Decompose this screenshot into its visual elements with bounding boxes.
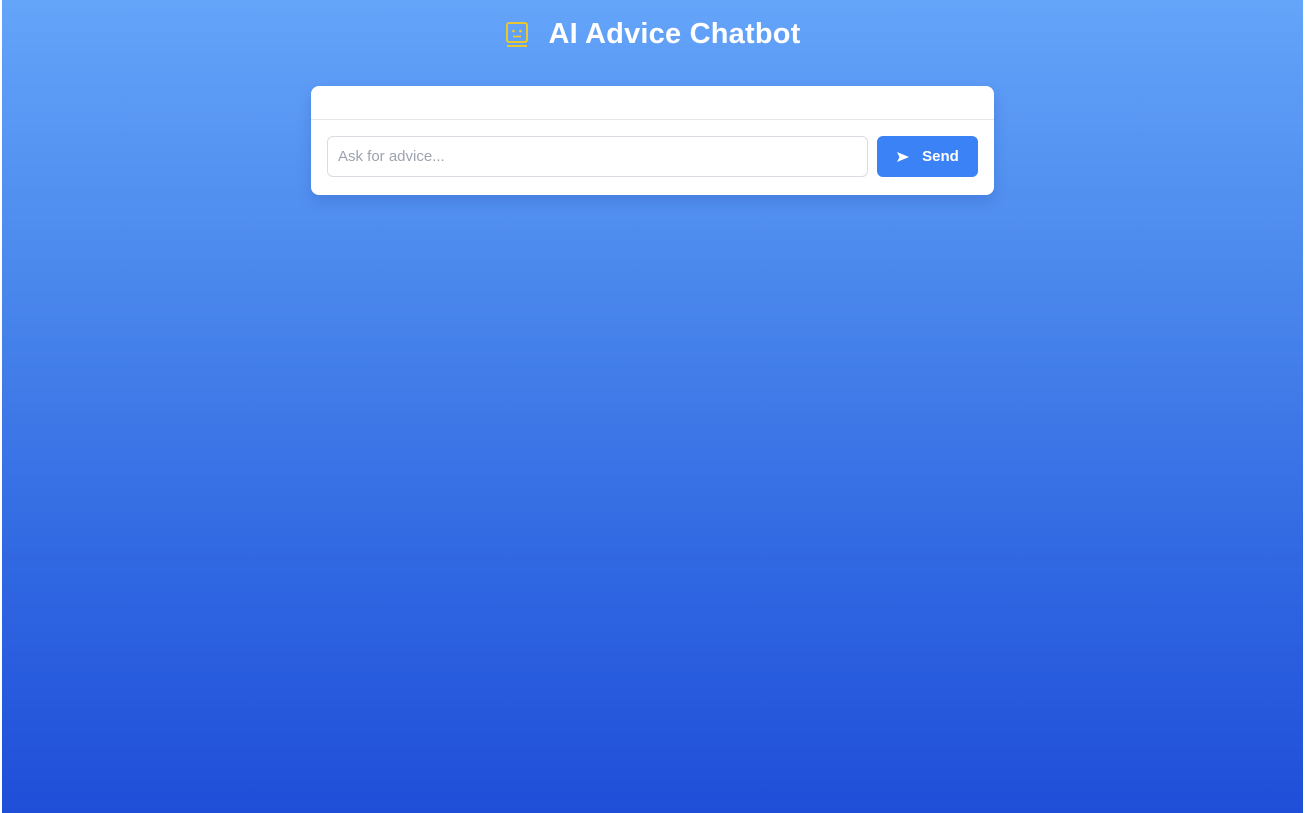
robot-icon — [504, 19, 530, 51]
chat-panel: Send — [311, 86, 994, 195]
input-row: Send — [311, 120, 994, 177]
app-background: AI Advice Chatbot Send — [2, 0, 1303, 813]
send-icon — [896, 151, 910, 163]
message-list — [311, 86, 994, 120]
send-button[interactable]: Send — [877, 136, 978, 177]
header: AI Advice Chatbot — [2, 18, 1303, 51]
page-title: AI Advice Chatbot — [548, 18, 801, 50]
send-button-label: Send — [922, 148, 959, 165]
chat-input[interactable] — [327, 136, 868, 177]
